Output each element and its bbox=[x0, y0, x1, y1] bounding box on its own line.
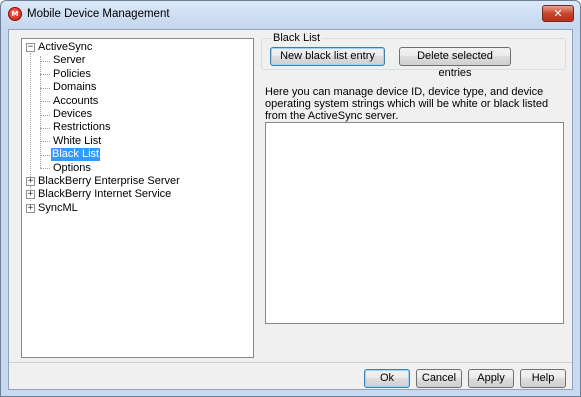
cancel-button[interactable]: Cancel bbox=[416, 369, 462, 388]
tree-item-options[interactable]: Options bbox=[52, 162, 92, 175]
dialog-client-area: − ActiveSync Server Policies Domains Acc… bbox=[8, 29, 573, 390]
tree-item-server[interactable]: Server bbox=[52, 54, 86, 67]
black-list-description: Here you can manage device ID, device ty… bbox=[265, 86, 549, 122]
dialog-window: M Mobile Device Management ✕ − ActiveSyn… bbox=[0, 0, 581, 397]
help-button[interactable]: Help bbox=[520, 369, 566, 388]
new-black-list-entry-button[interactable]: New black list entry bbox=[270, 47, 385, 66]
tree-connector bbox=[40, 141, 50, 142]
delete-selected-entries-button[interactable]: Delete selected entries bbox=[399, 47, 511, 79]
tree-item-syncml[interactable]: SyncML bbox=[37, 202, 79, 215]
tree-connector bbox=[40, 101, 50, 102]
app-logo-icon: M bbox=[8, 7, 22, 21]
tree-item-blackberry-enterprise-server[interactable]: BlackBerry Enterprise Server bbox=[37, 175, 181, 188]
ok-button[interactable]: Ok bbox=[364, 369, 410, 388]
black-list-entries-list[interactable] bbox=[265, 122, 564, 324]
tree-item-policies[interactable]: Policies bbox=[52, 68, 92, 81]
expand-toggle-icon[interactable]: + bbox=[26, 190, 35, 199]
close-button[interactable]: ✕ bbox=[542, 5, 574, 22]
expand-toggle-icon[interactable]: + bbox=[26, 204, 35, 213]
tree-item-accounts[interactable]: Accounts bbox=[52, 95, 99, 108]
apply-button[interactable]: Apply bbox=[468, 369, 514, 388]
footer-divider bbox=[9, 362, 572, 363]
collapse-toggle-icon[interactable]: − bbox=[26, 43, 35, 52]
tree-connector bbox=[40, 88, 50, 89]
tree-connector bbox=[40, 168, 50, 169]
tree-connector bbox=[40, 56, 41, 168]
black-list-group-label: Black List bbox=[271, 32, 323, 44]
tree-item-black-list[interactable]: Black List bbox=[51, 148, 101, 161]
tree-item-activesync[interactable]: ActiveSync bbox=[37, 41, 93, 54]
tree-item-devices[interactable]: Devices bbox=[52, 108, 93, 121]
tree-connector bbox=[40, 74, 50, 75]
tree-connector bbox=[40, 128, 50, 129]
tree-connector bbox=[40, 155, 50, 156]
tree-connector bbox=[40, 61, 50, 62]
tree-connector bbox=[40, 115, 50, 116]
navigation-tree[interactable]: − ActiveSync Server Policies Domains Acc… bbox=[21, 38, 254, 358]
tree-item-restrictions[interactable]: Restrictions bbox=[52, 121, 111, 134]
title-bar[interactable]: M Mobile Device Management ✕ bbox=[1, 1, 580, 29]
window-title: Mobile Device Management bbox=[27, 8, 170, 20]
tree-item-domains[interactable]: Domains bbox=[52, 81, 97, 94]
tree-item-white-list[interactable]: White List bbox=[52, 135, 102, 148]
expand-toggle-icon[interactable]: + bbox=[26, 177, 35, 186]
tree-item-blackberry-internet-service[interactable]: BlackBerry Internet Service bbox=[37, 188, 172, 201]
